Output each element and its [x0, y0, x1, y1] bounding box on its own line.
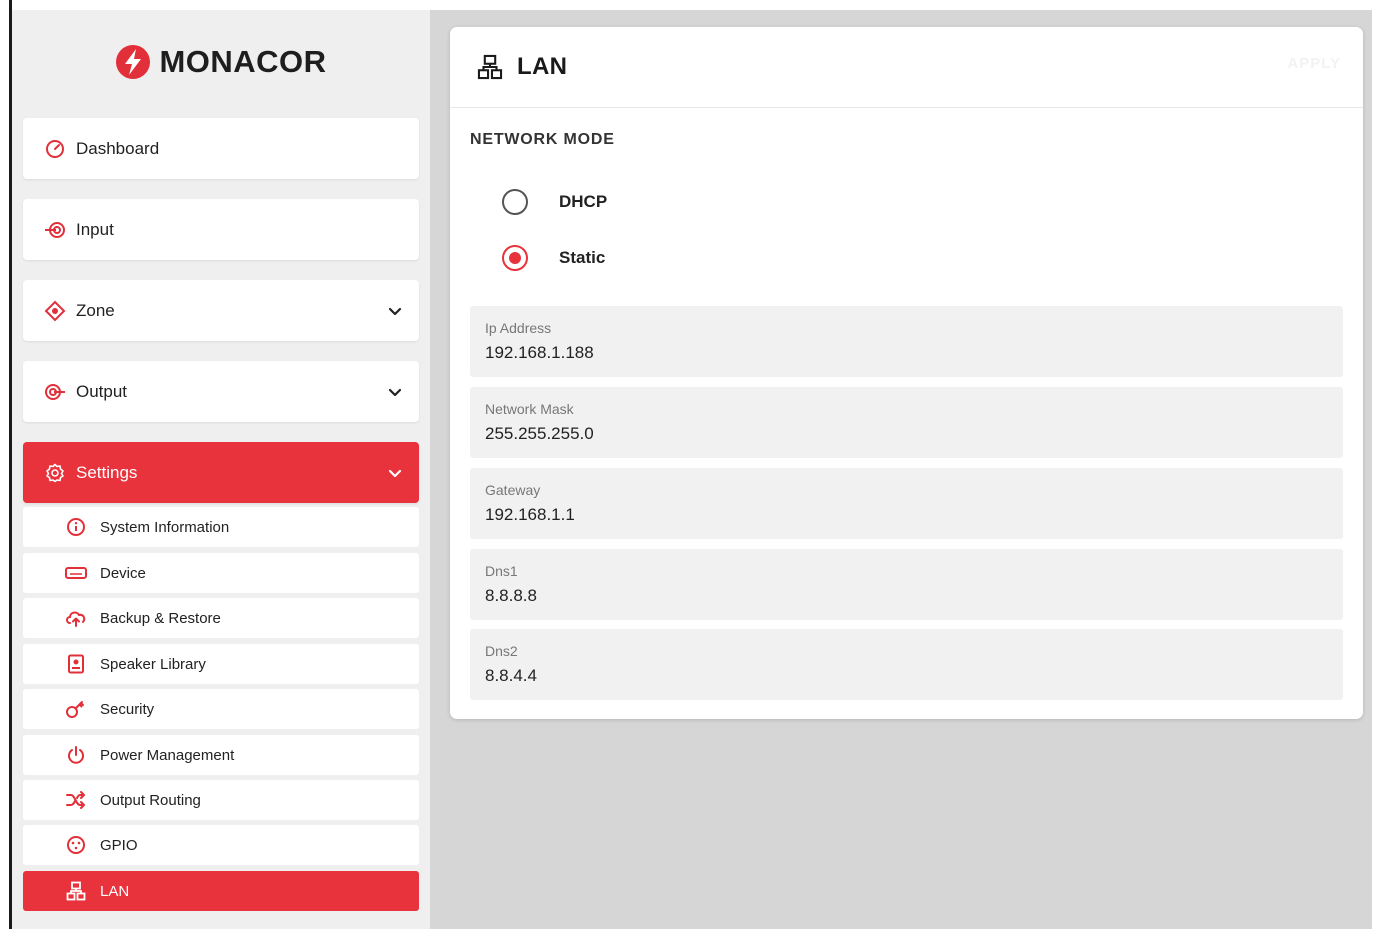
apply-button[interactable]: APPLY [1287, 55, 1341, 72]
field-label: Dns2 [485, 643, 518, 659]
radio-dhcp[interactable]: DHCP [502, 189, 607, 215]
sidebar-item-power-management[interactable]: Power Management [23, 735, 419, 775]
sidebar-item-speaker-library[interactable]: Speaker Library [23, 644, 419, 684]
page-title: LAN [517, 53, 568, 80]
sidebar-item-device[interactable]: Device [23, 553, 419, 593]
sidebar-item-security[interactable]: Security [23, 689, 419, 729]
radio-static[interactable]: Static [502, 245, 605, 271]
book-icon [65, 653, 87, 675]
dns2-field[interactable]: Dns2 [470, 629, 1343, 700]
sidebar-item-label: Output [76, 381, 128, 401]
dns1-input[interactable] [485, 586, 1285, 606]
sidebar-item-label: GPIO [100, 836, 138, 854]
gpio-icon [65, 834, 87, 856]
device-icon [65, 562, 87, 584]
sidebar-item-label: Security [100, 700, 155, 718]
brand-name: MONACOR [159, 44, 327, 79]
field-label: Gateway [485, 482, 541, 498]
gateway-input[interactable] [485, 505, 1285, 525]
output-icon [44, 381, 66, 403]
field-label: Ip Address [485, 320, 552, 336]
sidebar-item-output[interactable]: Output [23, 361, 419, 422]
sidebar-item-input[interactable]: Input [23, 199, 419, 260]
card-header: LAN APPLY [450, 27, 1363, 108]
sidebar-item-gpio[interactable]: GPIO [23, 825, 419, 865]
sidebar-item-backup-restore[interactable]: Backup & Restore [23, 598, 419, 638]
top-strip [0, 0, 1376, 10]
sidebar-item-label: Backup & Restore [100, 609, 221, 627]
radio-label: DHCP [559, 192, 608, 211]
sidebar: MONACOR Dashboard Input Zone Output Sett… [12, 10, 430, 929]
sidebar-item-lan[interactable]: LAN [23, 871, 419, 911]
sidebar-item-output-routing[interactable]: Output Routing [23, 780, 419, 820]
sidebar-item-dashboard[interactable]: Dashboard [23, 118, 419, 179]
sidebar-item-label: Power Management [100, 746, 235, 764]
ip-address-field[interactable]: Ip Address [470, 306, 1343, 377]
cloud-upload-icon [65, 607, 87, 629]
network-mask-input[interactable] [485, 424, 1285, 444]
lightning-logo-icon [116, 45, 151, 79]
sidebar-item-label: System Information [100, 518, 230, 536]
chevron-down-icon[interactable] [387, 303, 403, 319]
sidebar-item-label: LAN [100, 882, 130, 900]
radio-button[interactable] [502, 189, 528, 215]
sidebar-item-label: Output Routing [100, 791, 201, 809]
sidebar-item-label: Dashboard [76, 138, 160, 158]
field-label: Dns1 [485, 563, 518, 579]
chevron-down-icon[interactable] [387, 465, 403, 481]
network-icon [477, 54, 503, 80]
sidebar-item-label: Speaker Library [100, 655, 206, 673]
info-icon [65, 516, 87, 538]
dns1-field[interactable]: Dns1 [470, 549, 1343, 620]
shuffle-icon [65, 789, 87, 811]
key-icon [65, 698, 87, 720]
input-icon [44, 219, 66, 241]
sidebar-item-label: Input [76, 219, 114, 239]
network-icon [65, 880, 87, 902]
power-icon [65, 744, 87, 766]
radio-label: Static [559, 248, 606, 267]
network-mode-label: NETWORK MODE [470, 131, 615, 148]
sidebar-item-settings[interactable]: Settings [23, 442, 419, 503]
sidebar-item-zone[interactable]: Zone [23, 280, 419, 341]
lan-card: LAN APPLY NETWORK MODE DHCP Static Ip Ad… [450, 27, 1363, 719]
zone-icon [44, 300, 66, 322]
gateway-field[interactable]: Gateway [470, 468, 1343, 539]
gauge-icon [44, 138, 66, 160]
brand-logo: MONACOR [12, 40, 430, 84]
dns2-input[interactable] [485, 666, 1285, 686]
sidebar-item-label: Zone [76, 300, 115, 320]
network-mask-field[interactable]: Network Mask [470, 387, 1343, 458]
ip-address-input[interactable] [485, 343, 1285, 363]
chevron-down-icon[interactable] [387, 384, 403, 400]
radio-button[interactable] [502, 245, 528, 271]
field-label: Network Mask [485, 401, 574, 417]
sidebar-item-label: Device [100, 564, 146, 582]
sidebar-item-label: Settings [76, 462, 138, 482]
sidebar-item-system-information[interactable]: System Information [23, 507, 419, 547]
gear-icon [44, 462, 66, 484]
